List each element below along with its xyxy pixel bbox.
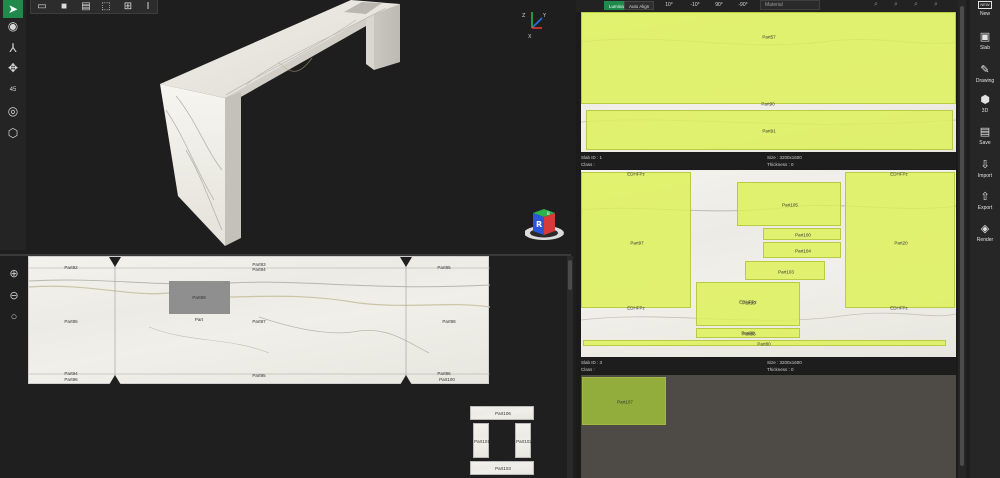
render-icon: ◈ bbox=[980, 223, 990, 235]
render-button[interactable]: ◈ Render bbox=[970, 221, 1000, 251]
zoom-in-icon[interactable]: ⊕ bbox=[4, 264, 24, 284]
rotate-neg10-button[interactable]: -10° bbox=[684, 1, 706, 10]
slab-button[interactable]: ▣ Slab bbox=[970, 29, 1000, 59]
import-icon: ⇩ bbox=[980, 159, 990, 171]
drawing-button[interactable]: ✎ Drawing bbox=[970, 62, 1000, 92]
fit-icon[interactable]: ⌕ bbox=[928, 0, 944, 10]
part-103[interactable]: Part103 bbox=[745, 261, 825, 280]
slab-icon: ▣ bbox=[979, 31, 991, 43]
svg-text:Y: Y bbox=[542, 13, 547, 19]
page-icon[interactable]: ▤ bbox=[75, 0, 97, 13]
part-105[interactable]: Part105 bbox=[737, 182, 841, 226]
box-outline-icon[interactable]: ⬚ bbox=[95, 0, 117, 13]
search-icon[interactable]: ⌕ bbox=[908, 0, 924, 10]
slab-2-info: Slab ID : 3 Size : 3200x1600 Class : Thi… bbox=[581, 358, 956, 374]
scrollbar-thumb[interactable] bbox=[568, 260, 572, 290]
zoom-in-icon[interactable]: ⌕ bbox=[868, 0, 884, 10]
part-label: Part99 bbox=[192, 295, 206, 300]
move-icon[interactable]: ✥ bbox=[3, 59, 23, 77]
svg-text:Z: Z bbox=[522, 13, 526, 19]
part-90[interactable]: Part90 bbox=[581, 102, 956, 107]
cube-icon[interactable]: ⬡ bbox=[3, 124, 23, 142]
material-search-input[interactable]: Material bbox=[760, 0, 820, 10]
part-107[interactable]: Part107 bbox=[582, 377, 666, 425]
slab-toolbar: Lumina Auto Align 10° -10° 90° -90° Mate… bbox=[576, 0, 958, 12]
auto-align-button[interactable]: Auto Align bbox=[624, 1, 655, 10]
view-split-icon[interactable]: ▭ bbox=[31, 0, 53, 13]
export-icon: ⇧ bbox=[980, 191, 990, 203]
part-label: Part96 bbox=[437, 371, 451, 376]
part-label: Part103 bbox=[495, 466, 511, 471]
part-20[interactable]: Part20 bbox=[845, 172, 955, 308]
svg-text:X: X bbox=[528, 34, 532, 40]
save-icon: ▤ bbox=[979, 126, 991, 138]
part-label: Part92 bbox=[64, 265, 78, 270]
piece-thumbnail[interactable]: Part106 Part101 Part102 Part103 bbox=[470, 406, 534, 476]
part-57[interactable]: Part57 bbox=[581, 12, 956, 104]
slab-1[interactable]: Part57 Part90 Part91 bbox=[581, 12, 956, 152]
viewport-3d[interactable]: Z Y X R B bbox=[26, 0, 571, 254]
left-toolbar: ➤ ◉ ⅄ ✥ 45 ◎ ⬡ bbox=[0, 0, 26, 250]
svg-text:B: B bbox=[547, 211, 550, 216]
part-91[interactable]: Part91 bbox=[586, 110, 953, 150]
countertop-3d-model bbox=[160, 0, 400, 246]
part-label: Part98 bbox=[442, 319, 456, 324]
part-98[interactable]: Part80 bbox=[583, 340, 946, 347]
rotate-90-button[interactable]: 90° bbox=[708, 1, 730, 10]
angle-45-icon[interactable]: 45 bbox=[3, 81, 23, 99]
new-icon: NEW bbox=[978, 1, 992, 9]
save-button[interactable]: ▤ Save bbox=[970, 124, 1000, 154]
countertop-layout[interactable]: Part92 Part93 Part94 Part95 Part95 Part9… bbox=[28, 256, 490, 385]
part-label: Part106 bbox=[495, 411, 511, 416]
scrollbar-thumb[interactable] bbox=[960, 6, 964, 466]
part-label: Part100 bbox=[439, 377, 455, 382]
axis-icon[interactable]: ⅄ bbox=[3, 39, 23, 57]
import-button[interactable]: ⇩ Import bbox=[970, 157, 1000, 187]
text-cursor-icon[interactable]: I bbox=[137, 0, 159, 13]
slab-panel: Lumina Auto Align 10° -10° 90° -90° Mate… bbox=[576, 0, 958, 478]
new-button[interactable]: NEW New bbox=[970, 0, 1000, 30]
slab-3[interactable]: Part107 bbox=[581, 375, 956, 478]
grid-icon[interactable]: ⊞ bbox=[117, 0, 139, 13]
3d-button[interactable]: ⬢ 3D bbox=[970, 92, 1000, 122]
part-label: Part94 bbox=[252, 267, 266, 272]
view-cube[interactable]: R B bbox=[524, 205, 573, 249]
zoom-out-icon[interactable]: ⌕ bbox=[888, 0, 904, 10]
part-label: Part96 bbox=[64, 377, 78, 382]
part-label: Part101 bbox=[474, 439, 490, 444]
3d-icon: ⬢ bbox=[980, 94, 990, 106]
view-single-icon[interactable]: ■ bbox=[53, 0, 75, 13]
rotate-10-button[interactable]: 10° bbox=[658, 1, 680, 10]
export-button[interactable]: ⇧ Export bbox=[970, 189, 1000, 219]
part-label: Part97 bbox=[252, 319, 266, 324]
camera-orbit-icon[interactable]: ◉ bbox=[3, 17, 23, 35]
rotate-neg90-button[interactable]: -90° bbox=[732, 1, 754, 10]
drawing-icon: ✎ bbox=[980, 64, 990, 76]
part-label: Part bbox=[194, 317, 204, 322]
eye-icon[interactable]: ◎ bbox=[3, 102, 23, 120]
part-label: Part95 bbox=[64, 319, 78, 324]
part-label: Part94 bbox=[64, 371, 78, 376]
part-label: Part95 bbox=[252, 373, 266, 378]
part-97[interactable]: Part97 bbox=[581, 172, 691, 308]
svg-text:R: R bbox=[536, 220, 542, 229]
app-window: Z Y X R B ➤ ◉ ⅄ ✥ 45 ◎ ⬡ ▭ ■ ▤ ⬚ ⊞ I ⊕ ⊖… bbox=[0, 0, 1000, 478]
slab-1-info: Slab ID : 1 Size : 3200x1600 Class : Thi… bbox=[581, 153, 956, 169]
viewport-2d[interactable]: ⊕ ⊖ ○ Part92 Part93 Part94 Part95 Part95… bbox=[0, 256, 573, 478]
zoom-fit-icon[interactable]: ○ bbox=[4, 307, 24, 327]
cursor-icon[interactable]: ➤ bbox=[3, 0, 23, 18]
zoom-out-icon[interactable]: ⊖ bbox=[4, 286, 24, 306]
axis-gizmo[interactable]: Z Y X bbox=[520, 8, 550, 42]
part-label: Part95 bbox=[437, 265, 451, 270]
part-104[interactable]: Part104 bbox=[763, 242, 841, 258]
part-label: Part102 bbox=[516, 439, 532, 444]
main-sidebar: NEW New ▣ Slab ✎ Drawing ⬢ 3D ▤ Save ⇩ I… bbox=[970, 0, 1000, 478]
slab-2[interactable]: Part97 Part105 Part100 Part104 Part103 P… bbox=[581, 170, 956, 357]
top-toolbar: ▭ ■ ▤ ⬚ ⊞ I bbox=[30, 0, 158, 14]
part-100[interactable]: Part100 bbox=[763, 228, 841, 240]
